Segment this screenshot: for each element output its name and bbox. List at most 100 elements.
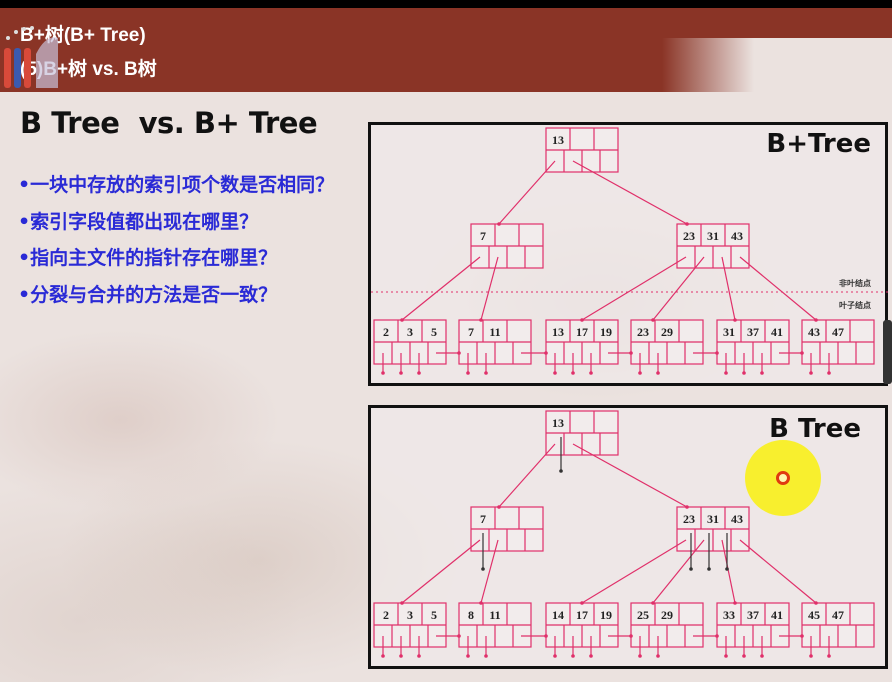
pointer-arrowhead [629, 634, 633, 638]
node-key: 3 [407, 608, 413, 622]
pointer-line [401, 539, 481, 604]
node-key: 13 [552, 133, 564, 147]
node-key: 41 [771, 608, 783, 622]
node-key: 31 [723, 325, 735, 339]
pointer-arrowhead [689, 567, 693, 571]
node-key: 23 [637, 325, 649, 339]
pointer-arrowhead [724, 371, 728, 375]
pointer-arrowhead [571, 371, 575, 375]
question-item: •分裂与合并的方法是否一致？ [18, 283, 278, 306]
pointer-arrowhead [484, 371, 488, 375]
node-key: 7 [468, 325, 474, 339]
node-key: 11 [489, 325, 500, 339]
node-key: 2 [383, 325, 389, 339]
pointer-arrowhead [707, 567, 711, 571]
pointer-line [572, 443, 688, 508]
pointer-arrowhead [800, 351, 804, 355]
slide-heading: B Tree vs. B+ Tree [20, 106, 318, 140]
top-bar [0, 0, 892, 8]
university-logo-icon [4, 26, 58, 88]
node-key: 8 [468, 608, 474, 622]
question-item: •指向主文件的指针存在哪里？ [18, 247, 278, 269]
pointer-arrowhead [651, 601, 655, 605]
node-key: 41 [771, 325, 783, 339]
question-item: •索引字段值都出现在哪里？ [18, 210, 259, 233]
pointer-arrowhead [733, 318, 737, 322]
pointer-arrowhead [827, 371, 831, 375]
pointer-arrowhead [553, 371, 557, 375]
pointer-arrowhead [417, 654, 421, 658]
pointer-line [581, 539, 687, 604]
node-key: 43 [808, 325, 820, 339]
pointer-arrowhead [580, 601, 584, 605]
pointer-arrowhead [399, 371, 403, 375]
pointer-arrowhead [580, 318, 584, 322]
b-tree-diagram: B Tree 13 7 23 31 43 2 3 5 8 11 14 17 19 25 29 33 37 41 45… [368, 405, 888, 669]
node-key: 31 [707, 512, 719, 526]
pointer-arrowhead [479, 318, 483, 322]
pointer-line [572, 160, 688, 225]
pointer-arrowhead [809, 654, 813, 658]
node-key: 29 [661, 325, 673, 339]
pointer-arrowhead [457, 634, 461, 638]
cursor-highlight [745, 440, 821, 516]
node-key: 47 [832, 608, 844, 622]
node-key: 23 [683, 512, 695, 526]
question-item: •一块中存放的索引项个数是否相同？ [18, 174, 335, 196]
pointer-arrowhead [629, 351, 633, 355]
node-key: 43 [731, 229, 743, 243]
pointer-arrowhead [544, 634, 548, 638]
pointer-arrowhead [685, 505, 689, 509]
node-key: 17 [576, 325, 588, 339]
pointer-arrowhead [742, 371, 746, 375]
node-key: 25 [637, 608, 649, 622]
pointer-arrowhead [400, 601, 404, 605]
pointer-arrowhead [399, 654, 403, 658]
pointer-arrowhead [827, 654, 831, 658]
pointer-arrowhead [559, 469, 563, 473]
pointer-arrowhead [685, 222, 689, 226]
node-key: 7 [480, 512, 486, 526]
pointer-line [581, 256, 687, 321]
pointer-arrowhead [651, 318, 655, 322]
pointer-arrowhead [638, 371, 642, 375]
node-key: 19 [600, 325, 612, 339]
nonleaf-label: 非叶结点 [839, 278, 871, 288]
node-key: 19 [600, 608, 612, 622]
node-key: 13 [552, 416, 564, 430]
pointer-arrowhead [589, 654, 593, 658]
pointer-arrowhead [800, 634, 804, 638]
header-fade [662, 38, 892, 92]
node-key: 11 [489, 608, 500, 622]
pointer-arrowhead [814, 318, 818, 322]
node-key: 7 [480, 229, 486, 243]
node-key: 31 [707, 229, 719, 243]
pointer-arrowhead [484, 654, 488, 658]
pointer-arrowhead [742, 654, 746, 658]
pointer-arrowhead [814, 601, 818, 605]
pointer-arrowhead [760, 654, 764, 658]
node-key: 17 [576, 608, 588, 622]
slide-header: B+树(B+ Tree) (5)B+树 vs. B树 [0, 8, 892, 92]
pointer-arrowhead [809, 371, 813, 375]
pointer-arrowhead [638, 654, 642, 658]
pointer-arrowhead [457, 351, 461, 355]
node-key: 43 [731, 512, 743, 526]
pointer-arrowhead [715, 351, 719, 355]
pointer-arrowhead [497, 222, 501, 226]
node-key: 33 [723, 608, 735, 622]
node-key: 23 [683, 229, 695, 243]
pointer-arrowhead [479, 601, 483, 605]
pointer-arrowhead [417, 371, 421, 375]
pointer-arrowhead [481, 567, 485, 571]
node-key: 5 [431, 325, 437, 339]
pointer-arrowhead [656, 654, 660, 658]
bplus-tree-diagram: B+Tree 13 7 23 31 43 2 3 5 7 11 13 17 19 23 29 31 37 41 43… [368, 122, 891, 386]
scrollbar[interactable] [883, 320, 892, 384]
pointer-arrowhead [725, 567, 729, 571]
node-key: 45 [808, 608, 820, 622]
pointer-arrowhead [400, 318, 404, 322]
pointer-arrowhead [544, 351, 548, 355]
pointer-arrowhead [381, 371, 385, 375]
bplus-tree-svg: 137 23 31 432 3 5 7 11 13 17 19 23 29 31 37 41 43 47非叶结点叶… [371, 127, 891, 375]
